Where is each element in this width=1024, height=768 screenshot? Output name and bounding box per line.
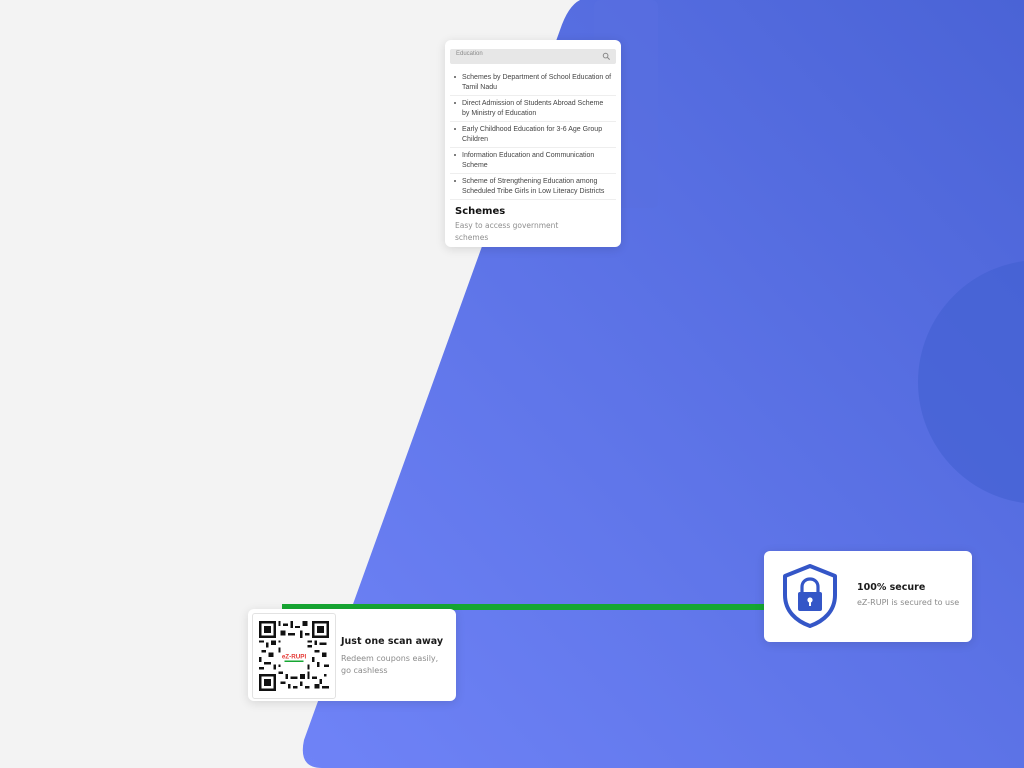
scheme-list-item[interactable]: Schemes by Department of School Educatio… <box>450 70 616 96</box>
landing-section: Education Schemes by Department of Schoo… <box>0 0 1024 768</box>
shield-lock-icon <box>783 564 837 628</box>
schemes-title: Schemes <box>455 206 506 217</box>
scheme-list: Schemes by Department of School Educatio… <box>450 70 616 200</box>
schemes-description: Easy to access government schemes <box>455 221 559 242</box>
scheme-search-value: Education <box>456 51 483 57</box>
scan-description: Redeem coupons easily, go cashless <box>341 654 439 675</box>
qr-code: eZ-RUPI <box>252 613 336 699</box>
ez-rupi-logo: eZ-RUPI <box>282 654 307 663</box>
schemes-card: Education Schemes by Department of Schoo… <box>445 40 621 247</box>
scheme-search-input[interactable]: Education <box>450 49 616 64</box>
secure-card: 100% secure eZ-RUPI is secured to use <box>764 551 972 642</box>
scheme-list-item[interactable]: Early Childhood Education for 3-6 Age Gr… <box>450 122 616 148</box>
scheme-list-item[interactable]: Information Education and Communication … <box>450 148 616 174</box>
qr-code-image: eZ-RUPI <box>259 621 329 691</box>
secure-description: eZ-RUPI is secured to use <box>857 598 960 607</box>
search-icon[interactable] <box>602 52 611 61</box>
scan-title: Just one scan away <box>341 636 444 647</box>
scan-card: eZ-RUPI Just one scan away Redeem coupon… <box>248 609 456 701</box>
secure-title: 100% secure <box>857 582 926 593</box>
qr-logo-text: eZ-RUPI <box>282 654 307 661</box>
scheme-list-item[interactable]: Scheme of Strengthening Education among … <box>450 174 616 200</box>
scheme-list-item[interactable]: Direct Admission of Students Abroad Sche… <box>450 96 616 122</box>
